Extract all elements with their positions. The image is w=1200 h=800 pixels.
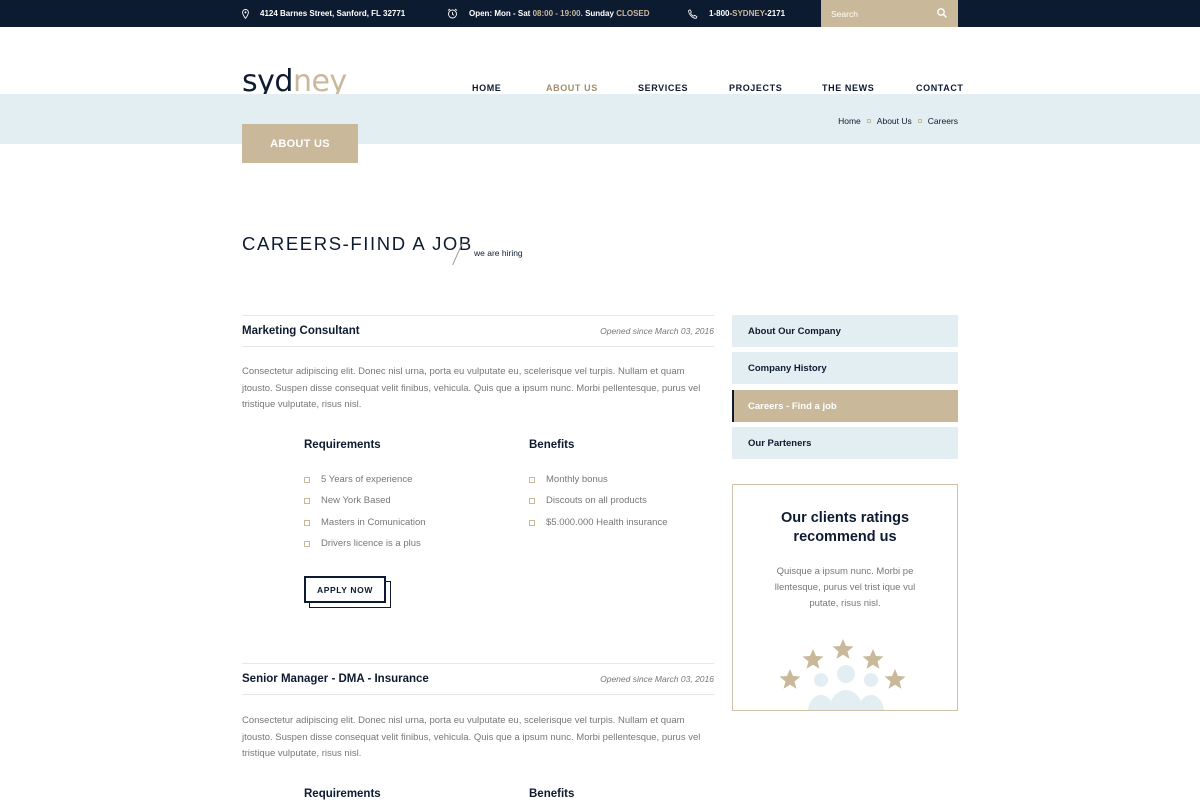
bullet-icon (529, 497, 535, 504)
bullet-icon (304, 497, 310, 504)
hours-sunday: Sunday (585, 9, 614, 18)
phone-part-b: SYDNEY (732, 9, 765, 18)
job-title[interactable]: Senior Manager - DMA - Insurance (242, 673, 429, 685)
ratings-box: Our clients ratings recommend us Quisque… (732, 484, 958, 711)
hours-days: Open: Mon - Sat (469, 9, 531, 18)
requirement-item: 5 Years of experience (304, 474, 412, 485)
requirements-heading: Requirements (304, 788, 381, 800)
requirement-item: Drivers licence is a plus (304, 538, 421, 549)
nav-services[interactable]: SERVICES (638, 83, 688, 93)
breadcrumb: Home About Us Careers (838, 116, 958, 126)
hours-closed: CLOSED (616, 9, 650, 18)
benefit-item: Monthly bonus (529, 474, 608, 485)
phone-part-c: -2171 (764, 9, 786, 18)
nav-home[interactable]: HOME (472, 83, 501, 93)
address-info: 4124 Barnes Street, Sanford, FL 32771 (242, 0, 405, 27)
sidebar-item-company-history[interactable]: Company History (732, 352, 958, 384)
page-title: CAREERS-FIIND A JOB (242, 233, 473, 254)
site-header: sydney HOME ABOUT US SERVICES PROJECTS T… (0, 27, 1200, 97)
requirement-text: 5 Years of experience (321, 474, 413, 485)
benefits-heading: Benefits (529, 439, 575, 451)
ratings-title: Our clients ratings recommend us (780, 510, 910, 545)
bullet-icon (304, 519, 310, 526)
ratings-text: Quisque a ipsum nunc. Morbi pe llentesqu… (774, 566, 916, 609)
breadcrumb-current: Careers (927, 116, 958, 126)
requirement-text: Drivers licence is a plus (321, 538, 421, 549)
phone-info: 1-800-SYDNEY-2171 (688, 0, 785, 27)
breadcrumb-home[interactable]: Home (838, 116, 861, 126)
sidebar-item-careers[interactable]: Careers - Find a job (732, 390, 958, 422)
bullet-icon (304, 476, 310, 483)
breadcrumb-separator-icon (917, 119, 922, 123)
benefit-text: Discouts on all products (546, 495, 647, 506)
address-text: 4124 Barnes Street, Sanford, FL 32771 (260, 9, 406, 18)
requirement-text: New York Based (321, 495, 391, 506)
search-box (821, 0, 958, 27)
breadcrumb-separator-icon (866, 119, 871, 123)
job-header: Senior Manager - DMA - Insurance Opened … (242, 663, 714, 695)
hours-text: Open: Mon - Sat 08:00 - 19:00. Sunday CL… (469, 9, 650, 18)
bullet-icon (529, 519, 535, 526)
sidebar-item-partners[interactable]: Our Parteners (732, 427, 958, 459)
page-subtitle: we are hiring (474, 248, 523, 258)
hours-time: 08:00 - 19:00. (532, 9, 583, 18)
search-icon[interactable] (937, 8, 947, 18)
benefit-item: $5.000.000 Health insurance (529, 517, 667, 528)
requirement-text: Masters in Comunication (321, 517, 426, 528)
job-title[interactable]: Marketing Consultant (242, 325, 360, 337)
job-date: Opened since March 03, 2016 (600, 326, 714, 336)
phone-part-a: 1-800- (709, 9, 733, 18)
nav-about-us[interactable]: ABOUT US (546, 83, 598, 93)
benefit-item: Discouts on all products (529, 495, 647, 506)
nav-projects[interactable]: PROJECTS (729, 83, 782, 93)
job-date: Opened since March 03, 2016 (600, 674, 714, 684)
requirements-heading: Requirements (304, 439, 381, 451)
sidebar-item-about-company[interactable]: About Our Company (732, 315, 958, 347)
nav-contact[interactable]: CONTACT (916, 83, 964, 93)
benefit-text: $5.000.000 Health insurance (546, 517, 668, 528)
map-pin-icon (242, 8, 249, 19)
phone-number[interactable]: 1-800-SYDNEY-2171 (709, 9, 785, 18)
page-badge: ABOUT US (242, 124, 358, 163)
hours-info: Open: Mon - Sat 08:00 - 19:00. Sunday CL… (447, 0, 650, 27)
search-input[interactable] (831, 8, 931, 19)
requirement-item: Masters in Comunication (304, 517, 426, 528)
apply-now-button[interactable]: APPLY NOW (304, 576, 386, 603)
breadcrumb-about[interactable]: About Us (877, 116, 912, 126)
benefits-heading: Benefits (529, 788, 575, 800)
bullet-icon (529, 476, 535, 483)
bullet-icon (304, 540, 310, 547)
logo[interactable]: sydney (242, 67, 347, 97)
phone-icon (688, 8, 698, 19)
top-bar: 4124 Barnes Street, Sanford, FL 32771 Op… (0, 0, 1200, 27)
nav-the-news[interactable]: THE NEWS (822, 83, 874, 93)
stars-people-icon (779, 639, 906, 710)
requirement-item: New York Based (304, 495, 391, 506)
benefit-text: Monthly bonus (546, 474, 608, 485)
job-header: Marketing Consultant Opened since March … (242, 315, 714, 347)
page-banner (0, 94, 1200, 144)
job-description: Consectetur adipiscing elit. Donec nisl … (242, 366, 701, 410)
clock-icon (447, 8, 458, 19)
job-description: Consectetur adipiscing elit. Donec nisl … (242, 715, 701, 759)
